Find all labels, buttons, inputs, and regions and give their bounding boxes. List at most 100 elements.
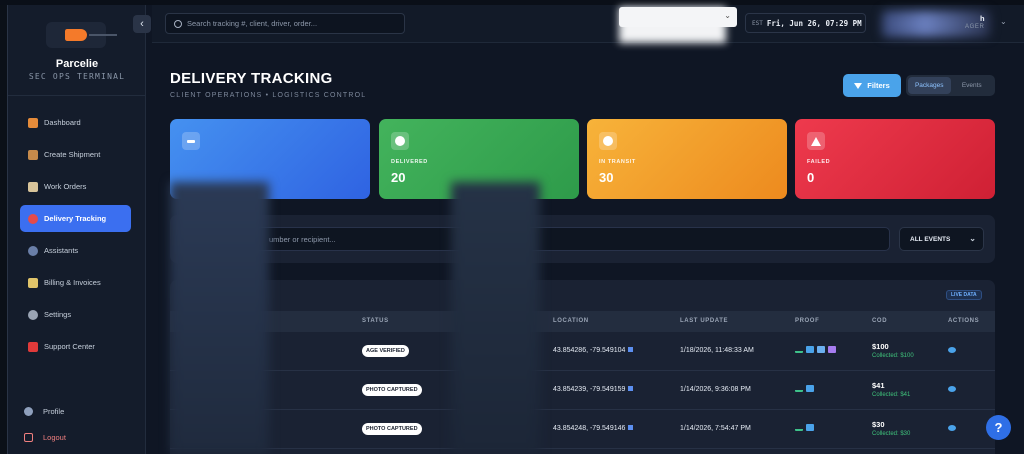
sidebar-item-dashboard[interactable]: Dashboard xyxy=(20,109,131,136)
sidebar-item-label: Support Center xyxy=(44,342,95,351)
sidebar-item-label: Dashboard xyxy=(44,118,81,127)
status-badge: PHOTO CAPTURED xyxy=(362,384,422,396)
chevron-down-icon: ⌄ xyxy=(724,11,731,20)
signature-icon[interactable] xyxy=(795,424,803,431)
package-icon xyxy=(182,132,200,150)
proof-icons xyxy=(795,346,839,353)
warning-icon xyxy=(807,132,825,150)
sidebar-nav: Dashboard Create Shipment Work Orders De… xyxy=(20,109,131,365)
camera-icon[interactable] xyxy=(806,346,814,353)
view-eye-icon[interactable] xyxy=(948,386,956,392)
stat-value: 0 xyxy=(807,170,815,185)
brand-subtitle: SEC OPS TERMINAL xyxy=(28,72,126,81)
user-name: h xyxy=(980,14,985,23)
map-pin-icon[interactable] xyxy=(628,425,634,430)
table-row[interactable]: PHOTO CAPTURED 43.854239, -79.549159 1/1… xyxy=(170,371,995,410)
packages-table: LIVE DATA STATUS LOCATION LAST UPDATE PR… xyxy=(170,280,995,454)
live-data-badge: LIVE DATA xyxy=(946,290,982,300)
last-update-cell: 1/18/2026, 11:48:33 AM xyxy=(680,347,754,354)
profile-link[interactable]: Profile xyxy=(20,398,131,424)
package-icon xyxy=(28,149,38,160)
column-header-last-update: LAST UPDATE xyxy=(680,318,729,324)
user-role: AGER xyxy=(965,24,985,30)
filter-panel: umber or recipient... ALL EVENTS ⌄ xyxy=(170,215,995,263)
events-select-value: ALL EVENTS xyxy=(910,235,951,243)
search-placeholder: Search tracking #, client, driver, order… xyxy=(187,19,318,28)
cod-cell: $100 Collected: $100 xyxy=(872,342,914,359)
signature-icon[interactable] xyxy=(795,346,803,353)
search-icon xyxy=(174,19,182,28)
table-header: STATUS LOCATION LAST UPDATE PROOF COD AC… xyxy=(170,311,995,332)
tab-packages[interactable]: Packages xyxy=(908,77,951,94)
timezone-label: EST xyxy=(752,19,763,27)
redacted-column xyxy=(451,182,540,454)
table-row[interactable]: AGE VERIFIED 43.854286, -79.549104 1/18/… xyxy=(170,332,995,371)
column-header-actions: ACTIONS xyxy=(948,318,980,324)
sidebar-item-label: Delivery Tracking xyxy=(44,214,107,223)
map-pin-icon[interactable] xyxy=(628,386,634,391)
sidebar-item-label: Billing & Invoices xyxy=(44,278,101,287)
cod-cell: $41 Collected: $41 xyxy=(872,381,910,398)
help-button[interactable]: ? xyxy=(986,415,1011,440)
table-row[interactable]: PHOTO CAPTURED 43.854248, -79.549146 1/1… xyxy=(170,410,995,449)
camera-icon[interactable] xyxy=(806,424,814,431)
view-eye-icon[interactable] xyxy=(948,347,956,353)
proof-icons xyxy=(795,424,817,431)
stat-value: 30 xyxy=(599,170,614,185)
location-value: 43.854239, -79.549159 xyxy=(553,386,626,393)
window-left-edge xyxy=(0,5,8,454)
signature-icon[interactable] xyxy=(795,385,803,392)
map-pin-icon[interactable] xyxy=(628,347,634,352)
cod-amount: $100 xyxy=(872,342,889,351)
sidebar-divider xyxy=(8,95,146,96)
view-eye-icon[interactable] xyxy=(948,425,956,431)
redacted-column xyxy=(170,182,269,454)
logo-mark-icon xyxy=(65,29,117,41)
logout-label: Logout xyxy=(43,432,66,442)
proof-icons xyxy=(795,385,817,392)
stat-label: DELIVERED xyxy=(391,159,428,165)
tab-events[interactable]: Events xyxy=(951,77,994,94)
filters-button[interactable]: Filters xyxy=(843,74,901,97)
bar-chart-icon xyxy=(28,117,38,128)
sidebar-item-label: Assistants xyxy=(44,246,79,255)
id-icon[interactable] xyxy=(817,346,825,353)
camera-icon[interactable] xyxy=(806,385,814,392)
sidebar-item-create-shipment[interactable]: Create Shipment xyxy=(20,141,131,168)
cod-cell: $30 Collected: $30 xyxy=(872,420,910,437)
global-search-input[interactable]: Search tracking #, client, driver, order… xyxy=(165,13,405,34)
datetime-display: EST Fri, Jun 26, 07:29 PM xyxy=(745,13,866,33)
location-cell: 43.854239, -79.549159 xyxy=(553,386,634,393)
sidebar-item-billing[interactable]: Billing & Invoices xyxy=(20,269,131,296)
clock-icon xyxy=(599,132,617,150)
sidebar-item-settings[interactable]: Settings xyxy=(20,301,131,328)
view-toggle: Packages Events xyxy=(906,75,995,96)
search-placeholder: umber or recipient... xyxy=(269,234,336,244)
last-update-cell: 1/14/2026, 7:54:47 PM xyxy=(680,425,751,432)
column-header-location: LOCATION xyxy=(553,318,589,324)
client-select[interactable]: ⌄ xyxy=(619,7,737,27)
stat-value: 20 xyxy=(391,170,406,185)
events-select[interactable]: ALL EVENTS ⌄ xyxy=(899,227,984,251)
sidebar-item-label: Settings xyxy=(44,310,72,319)
sidebar-item-assistants[interactable]: Assistants xyxy=(20,237,131,264)
user-menu-chevron-icon[interactable]: ⌄ xyxy=(1000,17,1007,26)
chevron-down-icon: ⌄ xyxy=(969,234,976,243)
people-icon xyxy=(28,245,38,256)
status-badge: PHOTO CAPTURED xyxy=(362,423,422,435)
gear-icon xyxy=(28,309,38,320)
stat-card-failed: FAILED 0 xyxy=(795,119,995,199)
card-icon[interactable] xyxy=(828,346,836,353)
cod-collected: Collected: $100 xyxy=(872,353,914,359)
profile-label: Profile xyxy=(43,406,65,416)
datetime-value: Fri, Jun 26, 07:29 PM xyxy=(766,18,862,28)
sidebar-collapse-button[interactable]: ‹ xyxy=(133,15,151,33)
check-circle-icon xyxy=(391,132,409,150)
sidebar-item-label: Work Orders xyxy=(44,182,87,191)
sidebar-item-work-orders[interactable]: Work Orders xyxy=(20,173,131,200)
sidebar-item-delivery-tracking[interactable]: Delivery Tracking xyxy=(20,205,131,232)
logout-link[interactable]: Logout xyxy=(20,424,131,450)
status-badge: AGE VERIFIED xyxy=(362,345,409,357)
sidebar-item-support-center[interactable]: Support Center xyxy=(20,333,131,360)
pin-icon xyxy=(28,213,38,224)
